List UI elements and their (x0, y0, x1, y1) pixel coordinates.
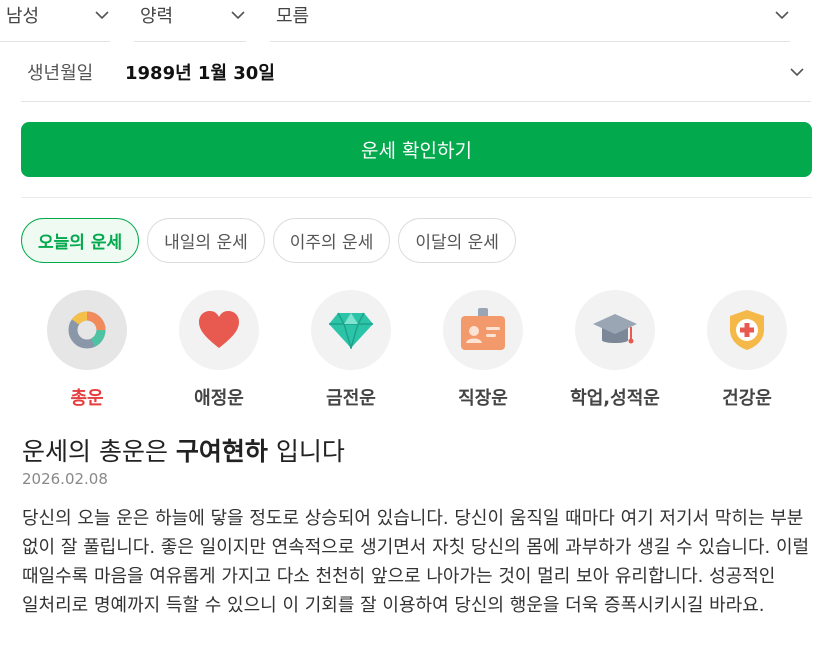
category-general[interactable]: 총운 (21, 290, 153, 410)
chevron-down-icon (231, 10, 245, 19)
fortune-categories: 총운 애정운 금전운 직장운 학업,성적운 건강운 (21, 290, 811, 412)
headline-suffix: 입니다 (275, 437, 345, 466)
category-icon-bg (443, 290, 523, 370)
calendar-type-value: 양력 (140, 5, 174, 27)
diamond-icon (329, 312, 373, 349)
birth-time-value: 모름 (276, 5, 310, 27)
tab-this-month[interactable]: 이달의 운세 (398, 218, 516, 263)
result-headline: 운세의 총운은 구여현하 입니다 (22, 432, 345, 468)
tab-this-week[interactable]: 이주의 운세 (272, 218, 391, 263)
category-label: 학업,성적운 (570, 388, 660, 409)
chevron-down-icon (775, 10, 789, 19)
category-love[interactable]: 애정운 (153, 290, 285, 410)
category-label: 직장운 (458, 388, 508, 409)
tab-today[interactable]: 오늘의 운세 (21, 218, 140, 263)
chevron-down-icon (95, 10, 109, 19)
birth-time-select[interactable]: 모름 (270, 0, 790, 42)
divider (21, 197, 812, 198)
category-money[interactable]: 금전운 (285, 290, 417, 410)
graduation-cap-icon (593, 314, 637, 344)
category-label: 건강운 (722, 388, 772, 409)
category-label: 총운 (70, 388, 104, 409)
category-icon-bg (311, 290, 391, 370)
category-label: 금전운 (326, 388, 376, 409)
category-icon-bg (707, 290, 787, 370)
headline-keyword: 구여현하 (175, 437, 268, 466)
category-health[interactable]: 건강운 (681, 290, 813, 410)
category-study[interactable]: 학업,성적운 (549, 290, 681, 410)
calendar-type-select[interactable]: 양력 (134, 0, 246, 42)
id-badge-icon (461, 308, 505, 350)
gender-select-value: 남성 (6, 5, 40, 27)
birthdate-row[interactable]: 생년월일 1989년 1월 30일 (21, 42, 811, 102)
donut-chart-icon (68, 311, 106, 349)
period-tabs: 오늘의 운세 내일의 운세 이주의 운세 이달의 운세 (21, 218, 516, 263)
tab-tomorrow[interactable]: 내일의 운세 (147, 218, 265, 263)
category-label: 애정운 (194, 388, 244, 409)
category-career[interactable]: 직장운 (417, 290, 549, 410)
check-fortune-button[interactable]: 운세 확인하기 (21, 122, 812, 177)
chevron-down-icon (790, 68, 804, 77)
category-icon-bg (179, 290, 259, 370)
health-shield-icon (730, 310, 764, 350)
result-date: 2026.02.08 (22, 470, 108, 488)
gender-select[interactable]: 남성 (0, 0, 110, 42)
result-body: 당신의 오늘 운은 하늘에 닿을 정도로 상승되어 있습니다. 당신이 움직일 … (22, 508, 810, 616)
category-icon-bg (575, 290, 655, 370)
headline-prefix: 운세의 총운은 (22, 437, 168, 466)
birthdate-label: 생년월일 (27, 63, 94, 84)
heart-icon (199, 311, 239, 348)
birthdate-value: 1989년 1월 30일 (125, 63, 275, 84)
category-icon-bg (47, 290, 127, 370)
